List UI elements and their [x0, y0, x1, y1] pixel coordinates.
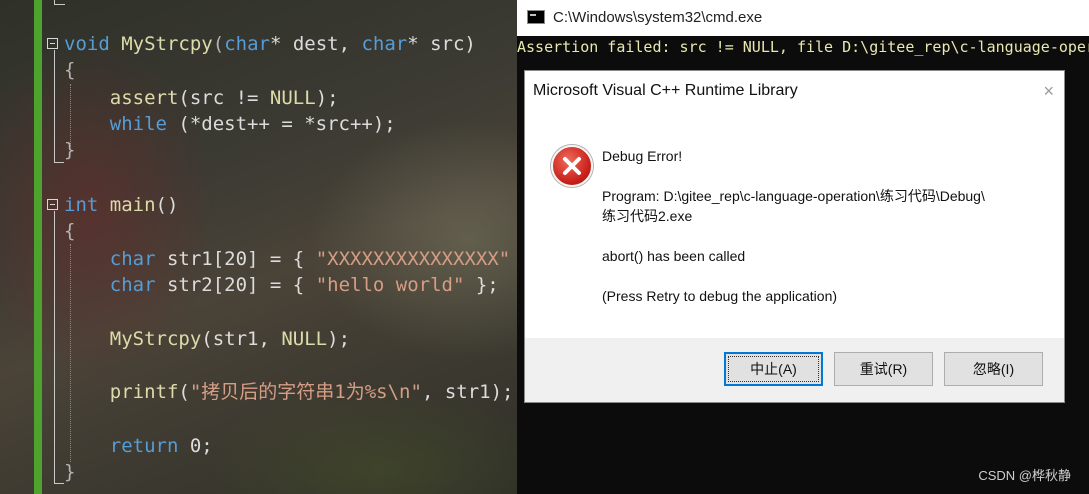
- code-token: char: [361, 33, 408, 55]
- dialog-body: Debug Error! Program: D:\gitee_rep\c-lan…: [525, 111, 1064, 338]
- code-token: {: [64, 59, 76, 81]
- change-gutter: [34, 0, 42, 494]
- code-token: printf: [109, 381, 179, 403]
- code-token: (: [212, 33, 225, 55]
- code-token: }: [64, 139, 76, 161]
- error-heading: Debug Error!: [602, 148, 683, 164]
- fold-line-end: [54, 0, 65, 5]
- code-line[interactable]: void MyStrcpy(char* dest, char* src): [64, 31, 476, 57]
- error-icon: [551, 145, 593, 187]
- code-token: (*dest++ = *src++);: [166, 113, 396, 135]
- code-token: MyStrcpy: [121, 33, 213, 55]
- code-token: (str1,: [201, 328, 282, 350]
- code-token: "hello world": [315, 274, 465, 296]
- code-line[interactable]: char str2[20] = { "hello world" };: [64, 272, 499, 298]
- code-token: NULL: [281, 328, 328, 350]
- code-token: assert: [109, 87, 179, 109]
- code-token: 0;: [178, 435, 213, 457]
- console-icon: [527, 10, 545, 24]
- code-token: );: [315, 87, 339, 109]
- code-token: NULL: [269, 87, 316, 109]
- code-token: , str1);: [421, 381, 514, 403]
- code-line[interactable]: MyStrcpy(str1, NULL);: [64, 326, 350, 352]
- code-line[interactable]: int main(): [64, 192, 178, 218]
- fold-toggle-main[interactable]: [47, 199, 58, 210]
- ignore-button[interactable]: 忽略(I): [944, 352, 1043, 386]
- fold-line: [54, 211, 55, 483]
- close-icon[interactable]: ×: [1043, 80, 1054, 102]
- cmd-titlebar[interactable]: C:\Windows\system32\cmd.exe: [517, 0, 1089, 36]
- code-line[interactable]: {: [64, 218, 75, 244]
- code-token: (src !=: [178, 87, 270, 109]
- abort-button[interactable]: 中止(A): [724, 352, 823, 386]
- code-token: * dest,: [269, 33, 362, 55]
- code-token: void: [64, 33, 110, 55]
- fold-line-end: [54, 162, 64, 163]
- code-line[interactable]: assert(src != NULL);: [64, 85, 339, 111]
- code-token: while: [109, 113, 167, 135]
- fold-line: [54, 50, 55, 162]
- code-token: char: [109, 274, 156, 296]
- cmd-window-title: C:\Windows\system32\cmd.exe: [553, 9, 763, 26]
- code-line[interactable]: printf("拷贝后的字符串1为%s\n", str1);: [64, 379, 514, 405]
- code-token: int: [64, 194, 99, 216]
- code-line[interactable]: }: [64, 459, 75, 485]
- retry-button[interactable]: 重试(R): [834, 352, 933, 386]
- code-token: return: [109, 435, 179, 457]
- runtime-error-dialog[interactable]: Microsoft Visual C++ Runtime Library × D…: [524, 70, 1065, 403]
- code-token: "拷贝后的字符串1为%s\n": [189, 381, 422, 403]
- fold-toggle-mystrcpy[interactable]: [47, 38, 58, 49]
- code-line[interactable]: {: [64, 57, 75, 83]
- fold-line-end: [54, 483, 64, 484]
- code-token: );: [327, 328, 351, 350]
- code-line[interactable]: }: [64, 137, 75, 163]
- code-token: (): [155, 194, 179, 216]
- code-token: * src): [407, 33, 476, 55]
- code-token: (: [178, 381, 190, 403]
- code-token: "XXXXXXXXXXXXXXX": [315, 248, 511, 270]
- program-path-line1: Program: D:\gitee_rep\c-language-operati…: [602, 188, 985, 204]
- abort-message: abort() has been called: [602, 248, 746, 264]
- code-editor[interactable]: void MyStrcpy(char* dest, char* src) { a…: [0, 0, 517, 494]
- code-token: };: [464, 274, 499, 296]
- code-token: main: [109, 194, 156, 216]
- dialog-button-bar: 中止(A) 重试(R) 忽略(I): [525, 338, 1064, 402]
- retry-hint: (Press Retry to debug the application): [602, 288, 838, 304]
- code-token: };: [510, 248, 517, 270]
- code-line[interactable]: return 0;: [64, 433, 213, 459]
- code-token: MyStrcpy: [109, 328, 202, 350]
- watermark: CSDN @桦秋静: [978, 468, 1071, 483]
- code-token: char: [109, 248, 156, 270]
- error-cross-icon: [563, 157, 581, 175]
- code-line[interactable]: char str1[20] = { "XXXXXXXXXXXXXXX" };: [64, 246, 517, 272]
- dialog-title: Microsoft Visual C++ Runtime Library: [533, 82, 798, 99]
- code-token: }: [64, 461, 76, 483]
- code-token: str2[20] = {: [155, 274, 316, 296]
- code-token: {: [64, 220, 76, 242]
- code-line[interactable]: while (*dest++ = *src++);: [64, 111, 396, 137]
- program-path-line2: 练习代码2.exe: [602, 208, 693, 224]
- code-token: char: [224, 33, 270, 55]
- code-token: str1[20] = {: [155, 248, 316, 270]
- dialog-titlebar[interactable]: Microsoft Visual C++ Runtime Library ×: [525, 71, 1064, 111]
- console-output: Assertion failed: src != NULL, file D:\g…: [517, 38, 1089, 56]
